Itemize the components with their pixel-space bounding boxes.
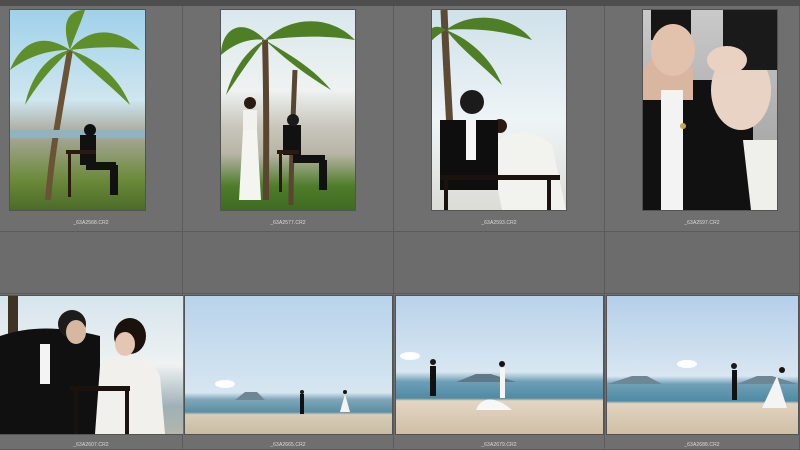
- photo-image: [607, 360, 798, 408]
- photo-thumbnail[interactable]: [10, 10, 145, 210]
- photo-image: [10, 10, 145, 201]
- thumbnail-filename: _63A2597.CR2: [684, 220, 720, 226]
- grid-cell[interactable]: _63A2679.CR2: [394, 294, 605, 450]
- photo-thumbnail[interactable]: [396, 296, 603, 434]
- photo-thumbnail[interactable]: [607, 296, 798, 434]
- photo-image: [215, 380, 350, 414]
- photo-image: [221, 21, 355, 206]
- photo-thumbnail[interactable]: [0, 296, 183, 434]
- grid-cell-empty: [0, 232, 183, 294]
- grid-cell[interactable]: _63A2593.CR2: [394, 6, 605, 232]
- thumbnail-filename: _63A2593.CR2: [481, 220, 517, 226]
- photo-image: [432, 10, 566, 210]
- photo-image: [0, 296, 165, 434]
- grid-cell-empty: [605, 232, 800, 294]
- photo-thumbnail[interactable]: [643, 10, 777, 210]
- thumbnail-grid: _63A2568.CR2 _63A2577.CR2 _63A2593.CR2 _…: [0, 6, 800, 450]
- grid-cell[interactable]: _63A2597.CR2: [605, 6, 800, 232]
- thumbnail-filename: _63A2679.CR2: [481, 442, 517, 448]
- thumbnail-filename: _63A2577.CR2: [270, 220, 306, 226]
- grid-cell-empty: [394, 232, 605, 294]
- thumbnail-filename: _63A2607.CR2: [73, 442, 109, 448]
- thumbnail-filename: _63A2568.CR2: [73, 220, 109, 226]
- grid-cell[interactable]: _63A2607.CR2: [0, 294, 183, 450]
- grid-cell[interactable]: _63A2577.CR2: [183, 6, 394, 232]
- photo-image: [643, 10, 777, 210]
- photo-image: [400, 352, 516, 410]
- photo-thumbnail[interactable]: [185, 296, 392, 434]
- grid-cell[interactable]: _63A2688.CR2: [605, 294, 800, 450]
- thumbnail-filename: _63A2665.CR2: [270, 442, 306, 448]
- grid-cell[interactable]: _63A2665.CR2: [183, 294, 394, 450]
- grid-cell-empty: [183, 232, 394, 294]
- photo-thumbnail[interactable]: [221, 10, 355, 210]
- thumbnail-filename: _63A2688.CR2: [684, 442, 720, 448]
- grid-cell[interactable]: _63A2568.CR2: [0, 6, 183, 232]
- photo-thumbnail[interactable]: [432, 10, 566, 210]
